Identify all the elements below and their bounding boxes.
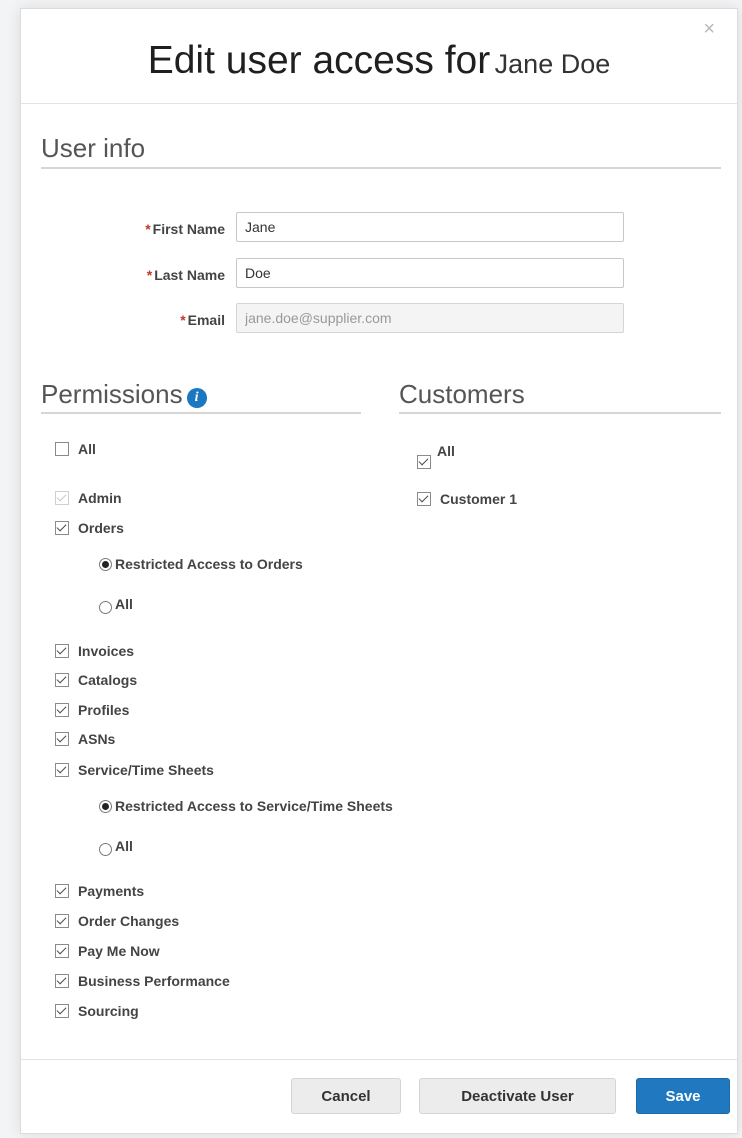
permission-label: Business Performance	[78, 973, 230, 989]
checkbox-icon[interactable]	[55, 914, 69, 928]
customers-heading: Customers	[399, 379, 525, 409]
checkbox-icon[interactable]	[417, 492, 431, 506]
info-icon[interactable]: i	[186, 388, 207, 408]
checkbox-icon	[55, 491, 69, 505]
permission-business-performance-checkbox[interactable]: Business Performance	[55, 973, 230, 989]
permission-orders-checkbox[interactable]: Orders	[55, 520, 124, 536]
radio-icon[interactable]	[99, 799, 112, 813]
permission-order-changes-checkbox[interactable]: Order Changes	[55, 913, 179, 929]
email-input	[236, 303, 624, 333]
permission-label: Order Changes	[78, 913, 180, 929]
last-name-label-text: Last Name	[154, 267, 225, 283]
dialog-title: Edit user access for Jane Doe	[21, 39, 737, 83]
radio-label: All	[115, 595, 133, 612]
permissions-heading: Permissions i	[41, 379, 207, 410]
permission-label: Admin	[78, 490, 122, 506]
dialog-title-text: Edit user access for	[147, 39, 491, 82]
permission-label: All	[78, 441, 96, 457]
permission-catalogs-checkbox[interactable]: Catalogs	[55, 672, 137, 688]
permission-label: Payments	[78, 883, 145, 899]
email-label: * Email	[35, 312, 225, 328]
permission-label: Invoices	[78, 643, 135, 659]
permission-all-checkbox[interactable]: All	[55, 441, 96, 457]
required-marker: *	[145, 221, 151, 237]
last-name-label: * Last Name	[35, 267, 225, 283]
permission-profiles-checkbox[interactable]: Profiles	[55, 702, 129, 718]
user-info-heading: User info	[41, 133, 146, 163]
user-info-divider	[41, 167, 721, 169]
checkbox-icon[interactable]	[55, 884, 69, 898]
close-icon[interactable]: ×	[703, 19, 715, 39]
checkbox-icon[interactable]	[55, 944, 69, 958]
service-time-sheets-all-radio[interactable]: All	[99, 835, 133, 856]
permission-label: Pay Me Now	[78, 943, 160, 959]
customer-label: All	[437, 443, 455, 459]
last-name-input[interactable]	[236, 258, 624, 288]
checkbox-icon[interactable]	[55, 442, 69, 456]
permission-label: ASNs	[78, 731, 116, 747]
permission-asns-checkbox[interactable]: ASNs	[55, 731, 115, 747]
radio-label: Restricted Access to Service/Time Sheets	[115, 798, 393, 814]
first-name-label-text: First Name	[152, 221, 225, 237]
save-button[interactable]: Save	[636, 1078, 730, 1114]
permission-payments-checkbox[interactable]: Payments	[55, 883, 144, 899]
service-time-sheets-restricted-radio[interactable]: Restricted Access to Service/Time Sheets	[99, 798, 393, 814]
first-name-input[interactable]	[236, 212, 624, 242]
customer-1-checkbox[interactable]: Customer 1	[417, 491, 517, 507]
permissions-divider	[41, 412, 361, 414]
checkbox-icon[interactable]	[55, 1004, 69, 1018]
cancel-button[interactable]: Cancel	[291, 1078, 401, 1114]
required-marker: *	[180, 312, 186, 328]
checkbox-icon[interactable]	[417, 455, 431, 469]
required-marker: *	[146, 267, 153, 283]
radio-icon[interactable]	[99, 601, 112, 614]
checkbox-icon[interactable]	[55, 644, 69, 658]
permission-invoices-checkbox[interactable]: Invoices	[55, 643, 134, 659]
radio-label: Restricted Access to Orders	[115, 556, 303, 572]
checkbox-icon[interactable]	[55, 732, 69, 746]
deactivate-user-button[interactable]: Deactivate User	[419, 1078, 616, 1114]
checkbox-icon[interactable]	[55, 763, 69, 777]
permission-label: Orders	[78, 520, 124, 536]
title-divider	[21, 103, 737, 104]
permission-label: Sourcing	[78, 1003, 139, 1019]
checkbox-icon[interactable]	[55, 673, 69, 687]
customers-divider	[399, 412, 721, 414]
permission-pay-me-now-checkbox[interactable]: Pay Me Now	[55, 943, 160, 959]
permission-admin-checkbox: Admin	[55, 490, 122, 506]
permission-label: Service/Time Sheets	[78, 762, 214, 778]
email-label-text: Email	[187, 312, 225, 328]
edit-user-dialog: × Edit user access for Jane Doe User inf…	[20, 8, 738, 1134]
footer-divider	[21, 1059, 737, 1060]
radio-icon[interactable]	[99, 557, 112, 571]
permission-label: Catalogs	[78, 672, 138, 688]
permission-label: Profiles	[78, 702, 130, 718]
checkbox-icon[interactable]	[55, 974, 69, 988]
orders-all-radio[interactable]: All	[99, 593, 133, 614]
permission-service-time-sheets-checkbox[interactable]: Service/Time Sheets	[55, 762, 214, 778]
permission-sourcing-checkbox[interactable]: Sourcing	[55, 1003, 139, 1019]
first-name-label: * First Name	[35, 221, 225, 237]
dialog-user-name: Jane Doe	[494, 49, 611, 79]
orders-restricted-radio[interactable]: Restricted Access to Orders	[99, 556, 303, 572]
customer-all-checkbox[interactable]: All	[417, 443, 455, 469]
customer-label: Customer 1	[440, 491, 518, 507]
permissions-heading-text: Permissions	[41, 379, 183, 409]
radio-icon[interactable]	[99, 843, 112, 856]
checkbox-icon[interactable]	[55, 521, 69, 535]
checkbox-icon[interactable]	[55, 703, 69, 717]
radio-label: All	[115, 837, 133, 854]
